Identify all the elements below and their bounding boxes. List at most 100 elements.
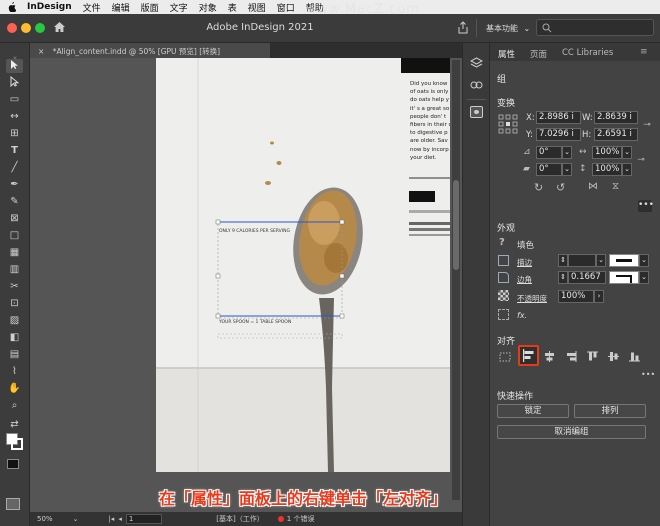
rectangle-tool-icon[interactable]: □ bbox=[6, 229, 23, 243]
stroke-weight-field[interactable] bbox=[568, 254, 596, 267]
document-tab[interactable]: × *Align_content.indd @ 50% [GPU 预览] [转换… bbox=[30, 43, 270, 58]
align-right-edges-icon[interactable] bbox=[565, 350, 578, 366]
ungroup-button[interactable]: 取消编组 bbox=[497, 425, 646, 439]
properties-icon[interactable] bbox=[470, 106, 483, 118]
stroke-weight-dropdown-icon[interactable]: ⌄ bbox=[596, 254, 606, 267]
align-vertical-centers-icon[interactable] bbox=[607, 350, 620, 366]
more-options-icon[interactable]: ••• bbox=[638, 200, 654, 212]
type-tool-icon[interactable]: T bbox=[6, 144, 23, 158]
zoom-dropdown-icon[interactable]: ⌄ bbox=[73, 515, 79, 523]
flip-horizontal-icon[interactable]: ⋈ bbox=[588, 181, 598, 192]
pencil-tool-icon[interactable]: ✎ bbox=[6, 195, 23, 209]
links-icon[interactable] bbox=[470, 80, 483, 93]
article-text-frame[interactable]: Did you know of oats is only do oats hel… bbox=[410, 80, 450, 162]
corner-label[interactable]: 边角 bbox=[517, 274, 532, 285]
menu-file[interactable]: 文件 bbox=[83, 1, 101, 14]
zoom-tool-icon[interactable]: ⌕ bbox=[6, 399, 23, 413]
constrain-proportions-icon[interactable]: ⊸ bbox=[642, 120, 652, 130]
note-tool-icon[interactable]: ▤ bbox=[6, 348, 23, 362]
corner-size-stepper[interactable]: ⇕ bbox=[558, 271, 568, 284]
align-bottom-edges-icon[interactable] bbox=[628, 350, 641, 366]
gap-tool-icon[interactable]: ↔ bbox=[6, 110, 23, 124]
close-window-button[interactable] bbox=[7, 23, 17, 33]
share-icon[interactable] bbox=[457, 21, 469, 37]
rectangle-frame-tool-icon[interactable]: ⊠ bbox=[6, 212, 23, 226]
stroke-label[interactable]: 描边 bbox=[517, 257, 532, 268]
flip-vertical-icon[interactable]: ⧖ bbox=[612, 181, 619, 192]
selection-tool-icon[interactable] bbox=[6, 59, 23, 73]
opacity-dropdown-icon[interactable]: › bbox=[594, 290, 604, 303]
h-field[interactable]: 2.6591 i bbox=[594, 128, 638, 141]
hand-tool-icon[interactable]: ✋ bbox=[6, 382, 23, 396]
zoom-window-button[interactable] bbox=[35, 23, 45, 33]
align-left-edges-button[interactable] bbox=[518, 345, 539, 366]
scale-x-field[interactable]: 100% bbox=[592, 146, 622, 159]
gradient-swatch-tool-icon[interactable]: ▨ bbox=[6, 314, 23, 328]
stroke-type-swatch[interactable] bbox=[609, 254, 639, 267]
apply-color-icon[interactable] bbox=[7, 459, 19, 469]
menu-view[interactable]: 视图 bbox=[248, 1, 266, 14]
stroke-weight-stepper[interactable]: ⇕ bbox=[558, 254, 568, 267]
scale-x-dropdown-icon[interactable]: ⌄ bbox=[622, 146, 632, 159]
rotation-field[interactable]: 0° bbox=[536, 146, 562, 159]
preflight-profile[interactable]: [基本]（工作） bbox=[216, 514, 263, 524]
line-tool-icon[interactable]: ╱ bbox=[6, 161, 23, 175]
layers-icon[interactable] bbox=[469, 57, 484, 72]
lock-button[interactable]: 锁定 bbox=[497, 404, 569, 418]
y-field[interactable]: 7.0296 i bbox=[536, 128, 581, 141]
rotate-cw-icon[interactable]: ↻ bbox=[534, 181, 543, 194]
menu-edit[interactable]: 编辑 bbox=[112, 1, 130, 14]
align-top-edges-icon[interactable] bbox=[586, 350, 599, 366]
menu-table[interactable]: 表 bbox=[228, 1, 237, 14]
screen-mode-icon[interactable] bbox=[6, 498, 20, 510]
opacity-label[interactable]: 不透明度 bbox=[517, 293, 547, 304]
effects-button[interactable]: fx. bbox=[517, 311, 527, 320]
shear-field[interactable]: 0° bbox=[536, 163, 562, 176]
panel-menu-icon[interactable]: ≡ bbox=[640, 47, 648, 57]
reference-point-icon[interactable] bbox=[498, 114, 518, 134]
gradient-feather-tool-icon[interactable]: ◧ bbox=[6, 331, 23, 345]
zoom-level[interactable]: 50% bbox=[37, 515, 53, 523]
document-page[interactable]: Did you know of oats is only do oats hel… bbox=[156, 58, 450, 472]
scrollbar-thumb[interactable] bbox=[453, 180, 459, 270]
rotate-ccw-icon[interactable]: ↺ bbox=[556, 181, 565, 194]
corner-shape-swatch[interactable] bbox=[609, 271, 639, 284]
home-icon[interactable] bbox=[53, 21, 66, 36]
stroke-type-dropdown-icon[interactable]: ⌄ bbox=[639, 254, 649, 267]
align-to-selection-icon[interactable] bbox=[499, 352, 511, 365]
close-tab-icon[interactable]: × bbox=[38, 47, 44, 56]
x-field[interactable]: 2.8986 i bbox=[536, 111, 581, 124]
prev-page-icon[interactable]: ◂ bbox=[118, 515, 122, 523]
error-count[interactable]: 1 个错误 bbox=[287, 514, 315, 524]
corner-size-field[interactable]: 0.1667 bbox=[568, 271, 606, 284]
menu-window[interactable]: 窗口 bbox=[277, 1, 295, 14]
align-horizontal-centers-icon[interactable] bbox=[543, 350, 556, 366]
opacity-field[interactable]: 100% bbox=[558, 290, 594, 303]
scale-y-field[interactable]: 100% bbox=[592, 163, 622, 176]
constrain-scale-icon[interactable]: ⊸ bbox=[636, 155, 646, 165]
vertical-scrollbar[interactable] bbox=[452, 60, 460, 500]
apple-icon[interactable] bbox=[8, 2, 17, 13]
swap-fill-stroke-icon[interactable]: ⇄ bbox=[6, 418, 23, 432]
grid-tool-icon[interactable]: ▥ bbox=[6, 263, 23, 277]
content-collector-tool-icon[interactable]: ⊞ bbox=[6, 127, 23, 141]
help-icon[interactable]: ? bbox=[499, 237, 505, 248]
calories-label[interactable]: ONLY 9 CALORIES PER SERVING bbox=[219, 229, 290, 234]
pen-tool-icon[interactable]: ✒ bbox=[6, 178, 23, 192]
eyedropper-tool-icon[interactable]: ⌇ bbox=[6, 365, 23, 379]
scale-y-dropdown-icon[interactable]: ⌄ bbox=[622, 163, 632, 176]
shear-dropdown-icon[interactable]: ⌄ bbox=[562, 163, 572, 176]
first-page-icon[interactable]: |◂ bbox=[108, 515, 114, 523]
align-more-icon[interactable]: ••• bbox=[641, 370, 655, 379]
scissors-tool-icon[interactable]: ✂ bbox=[6, 280, 23, 294]
menu-type[interactable]: 文字 bbox=[170, 1, 188, 14]
menu-object[interactable]: 对象 bbox=[199, 1, 217, 14]
spoon-label[interactable]: YOUR SPOON = 1 TABLE SPOON bbox=[219, 320, 291, 325]
search-field[interactable] bbox=[536, 19, 654, 36]
menu-layout[interactable]: 版面 bbox=[141, 1, 159, 14]
table-tool-icon[interactable]: ▦ bbox=[6, 246, 23, 260]
corner-shape-dropdown-icon[interactable]: ⌄ bbox=[639, 271, 649, 284]
page-tool-icon[interactable]: ▭ bbox=[6, 93, 23, 107]
rotation-dropdown-icon[interactable]: ⌄ bbox=[562, 146, 572, 159]
tab-cc-libraries[interactable]: CC Libraries bbox=[562, 48, 613, 58]
